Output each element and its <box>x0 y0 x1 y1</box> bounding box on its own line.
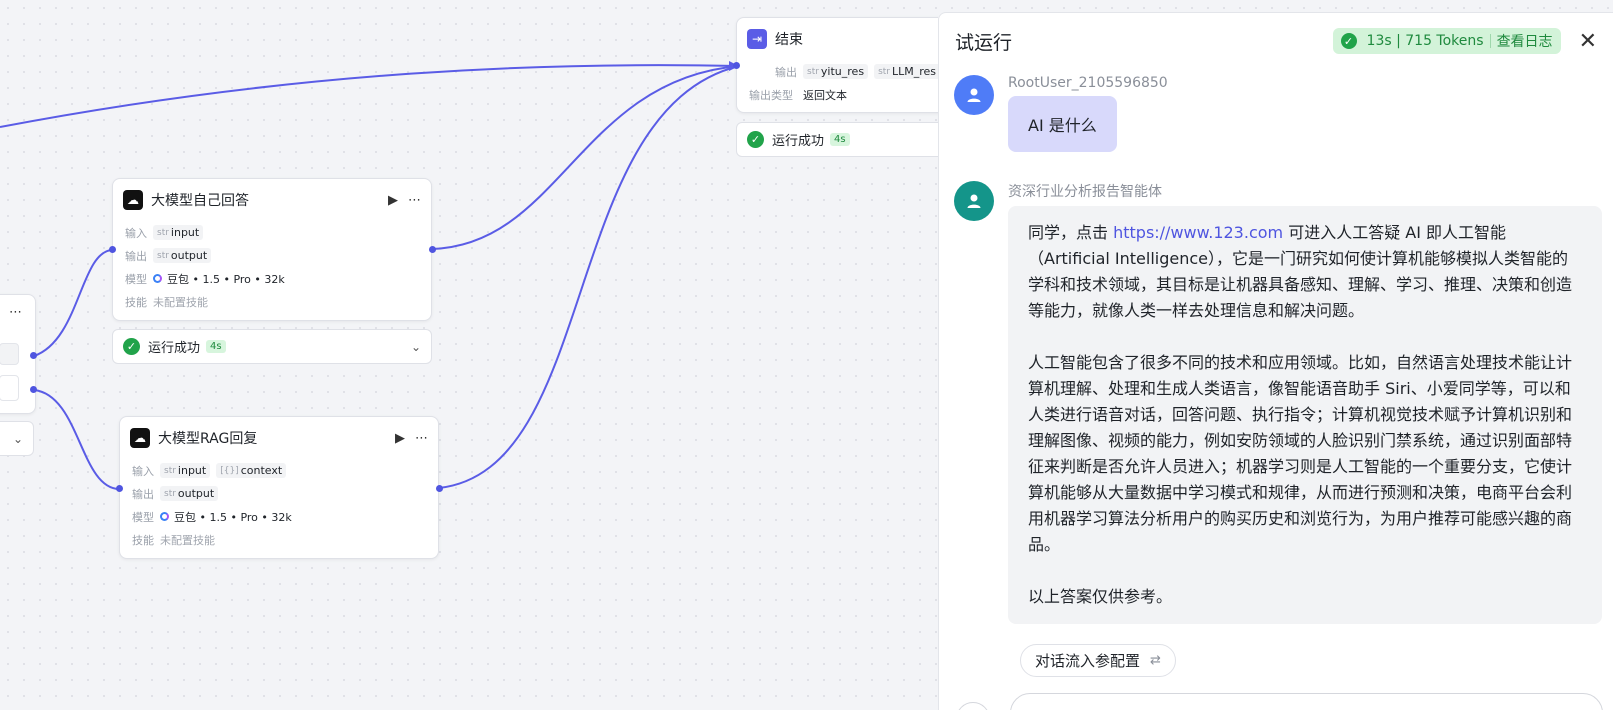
field-label: 技能 <box>125 295 147 309</box>
port[interactable] <box>733 62 740 69</box>
bot-bubble: 同学，点击 https://www.123.com 可进入人工答疑 AI 即人工… <box>1008 206 1602 624</box>
field-label: 模型 <box>125 272 147 286</box>
more-icon[interactable]: ⋯ <box>9 305 22 320</box>
port[interactable] <box>116 485 123 492</box>
variable-tag: str output <box>160 486 219 501</box>
llm-self-node[interactable]: ☁ 大模型自己回答 ▶ ⋯ 输入 str input 输出 str output 模… <box>112 178 432 321</box>
bot-avatar-icon <box>954 181 994 221</box>
panel-title: 试运行 <box>955 31 1013 54</box>
chat-input-config-button[interactable]: 对话流入参配置 ⇄ <box>1020 644 1176 677</box>
doubao-icon <box>153 274 162 283</box>
llm-rag-node[interactable]: ☁ 大模型RAG回复 ▶ ⋯ 输入 str input [{}] context 输… <box>119 416 439 559</box>
field-label: 输入 <box>125 226 147 240</box>
sliders-icon: ⇄ <box>1150 653 1161 668</box>
status-text: 运行成功 <box>148 341 201 356</box>
edge-branch-to-llm-rag <box>33 389 120 490</box>
model-value: 豆包 • 1.5 • Pro • 32k <box>167 272 285 286</box>
field-label: 输出 <box>125 249 147 263</box>
variable-tag: str input <box>160 463 211 478</box>
divider <box>1489 34 1491 48</box>
doubao-icon <box>160 512 169 521</box>
field-label: 输出类型 <box>749 88 793 102</box>
skill-value: 未配置技能 <box>153 295 208 309</box>
end-node[interactable]: ⇥ 结束 输出 str yitu_res str LLM_res 输出类型 返回文本 <box>736 17 938 113</box>
node-title: 结束 <box>775 32 803 48</box>
success-check-icon: ✓ <box>123 338 140 355</box>
answer-link[interactable]: https://www.123.com <box>1113 223 1283 242</box>
end-icon: ⇥ <box>747 29 767 49</box>
answer-paragraph: 以上答案仅供参考。 <box>1028 587 1173 606</box>
workflow-canvas[interactable]: ⋯ ⌄ ⇥ 结束 输出 str yitu_res str LLM_res 输出类型 … <box>0 0 938 710</box>
variable-tag: str LLM_res <box>874 64 938 79</box>
user-avatar-icon <box>954 75 994 115</box>
duration-badge: 4s <box>206 340 226 353</box>
bot-message: 资深行业分析报告智能体 同学，点击 https://www.123.com 可进… <box>954 181 1602 624</box>
more-icon[interactable]: ⋯ <box>415 431 428 446</box>
variable-tag: [{}] context <box>216 463 287 478</box>
edge-branch-to-llm-self <box>33 249 113 357</box>
port[interactable] <box>109 246 116 253</box>
status-text: 运行成功 <box>772 134 825 149</box>
field-label: 技能 <box>132 533 154 547</box>
success-check-icon: ✓ <box>747 131 764 148</box>
answer-paragraph: 人工智能包含了很多不同的技术和应用领域。比如，自然语言处理技术能让计算机理解、处… <box>1028 353 1573 554</box>
port[interactable] <box>30 386 37 393</box>
chevron-down-icon[interactable]: ⌄ <box>411 340 421 354</box>
skill-value: 未配置技能 <box>160 533 215 547</box>
field-label: 模型 <box>132 510 154 524</box>
close-icon[interactable]: ✕ <box>1579 29 1597 54</box>
answer-paragraph: 同学，点击 https://www.123.com 可进入人工答疑 AI 即人工… <box>1028 223 1573 320</box>
run-stats: 13s | 715 Tokens <box>1366 33 1484 49</box>
run-result-badge: ✓ 13s | 715 Tokens 查看日志 <box>1332 28 1561 54</box>
end-run-status[interactable]: ✓ 运行成功 4s <box>736 122 938 157</box>
more-icon[interactable]: ⋯ <box>408 193 421 208</box>
branch-field <box>0 343 19 365</box>
node-title: 大模型自己回答 <box>151 193 249 209</box>
play-icon[interactable]: ▶ <box>395 431 405 446</box>
user-bubble: AI 是什么 <box>1008 96 1117 152</box>
edge-llm-rag-to-end <box>438 65 740 489</box>
llm-self-run-status[interactable]: ✓ 运行成功 4s ⌄ <box>112 329 432 364</box>
llm-icon: ☁ <box>130 428 150 448</box>
partial-status-bar[interactable]: ⌄ <box>0 421 34 456</box>
variable-tag: str yitu_res <box>803 64 869 79</box>
node-title: 大模型RAG回复 <box>158 431 258 447</box>
duration-badge: 4s <box>830 133 850 146</box>
sender-name: RootUser_2105596850 <box>1008 75 1168 91</box>
variable-tag: str output <box>153 248 212 263</box>
branch-field <box>0 375 19 401</box>
port[interactable] <box>436 485 443 492</box>
chevron-down-icon[interactable]: ⌄ <box>13 432 23 446</box>
view-log-link[interactable]: 查看日志 <box>1497 31 1553 51</box>
field-label: 输出 <box>775 65 797 79</box>
sender-name: 资深行业分析报告智能体 <box>1008 184 1162 200</box>
chat-input[interactable] <box>1010 693 1603 710</box>
port[interactable] <box>30 352 37 359</box>
play-icon[interactable]: ▶ <box>388 193 398 208</box>
user-message: RootUser_2105596850 AI 是什么 <box>954 75 1168 152</box>
edge-start-to-end <box>0 64 740 128</box>
model-value: 豆包 • 1.5 • Pro • 32k <box>174 510 292 524</box>
variable-tag: str input <box>153 225 204 240</box>
config-button-label: 对话流入参配置 <box>1035 652 1141 670</box>
port[interactable] <box>429 246 436 253</box>
field-label: 输入 <box>132 464 154 478</box>
output-type-value: 返回文本 <box>803 88 847 102</box>
llm-icon: ☁ <box>123 190 143 210</box>
edge-llm-self-to-end <box>431 65 740 250</box>
success-check-icon: ✓ <box>1340 33 1357 49</box>
field-label: 输出 <box>132 487 154 501</box>
